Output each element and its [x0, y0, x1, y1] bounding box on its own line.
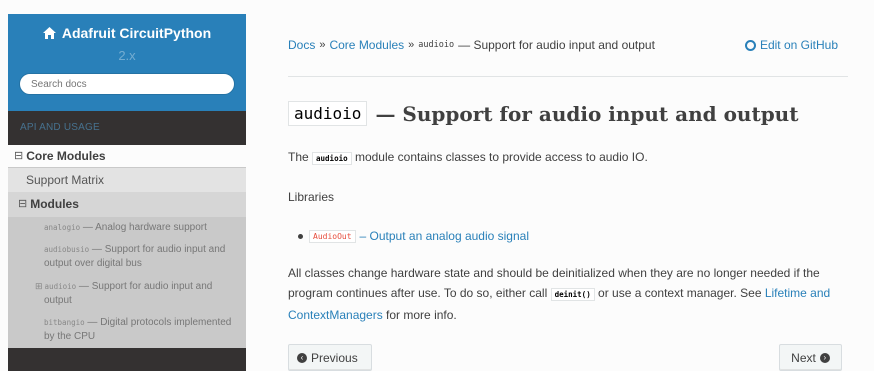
title-text: — Support for audio input and output — [375, 101, 799, 126]
collapse-icon[interactable]: ⊟ — [18, 192, 27, 217]
text: or use a context manager. See — [594, 286, 765, 300]
breadcrumb-docs-link[interactable]: Docs — [288, 38, 315, 52]
sidebar: Adafruit CircuitPython 2.x API AND USAGE… — [8, 14, 246, 371]
breadcrumb-separator: » — [408, 39, 415, 51]
brand-name: Adafruit CircuitPython — [61, 25, 212, 41]
module-desc: — Analog hardware support — [80, 222, 207, 233]
brand-link[interactable]: Adafruit CircuitPython — [8, 25, 246, 41]
sidebar-item-audiobusio[interactable]: audiobusio — Support for audio input and… — [8, 239, 246, 275]
home-icon — [42, 27, 56, 39]
sidebar-item-label: Core Modules — [26, 149, 106, 163]
bullet-icon — [298, 233, 303, 239]
sidebar-header: Adafruit CircuitPython 2.x — [8, 14, 246, 111]
sidebar-item-label: Modules — [30, 197, 79, 211]
arrow-right-icon: › — [819, 352, 830, 363]
intro-paragraph: The audioio module contains classes to p… — [288, 150, 648, 165]
search-input[interactable] — [19, 73, 235, 95]
text: module contains classes to provide acces… — [351, 150, 648, 164]
expand-icon[interactable]: ⊞ — [35, 281, 43, 291]
sidebar-item-core-modules[interactable]: ⊟ Core Modules — [8, 145, 246, 167]
text: The — [288, 150, 313, 164]
breadcrumb: Docs » Core Modules » audioio — Support … — [288, 38, 848, 52]
next-label: Next — [791, 350, 816, 365]
libraries-heading: Libraries — [288, 190, 335, 204]
inline-code: deinit() — [550, 288, 595, 301]
edit-on-github-link[interactable]: Edit on GitHub — [744, 38, 838, 52]
page-title: audioio — Support for audio input and ou… — [288, 101, 798, 126]
breadcrumb-separator: » — [319, 39, 326, 51]
previous-label: Previous — [311, 350, 358, 365]
usage-paragraph: All classes change hardware state and sh… — [288, 263, 848, 325]
edit-label: Edit on GitHub — [759, 38, 838, 52]
module-code: audiobusio — [44, 245, 90, 254]
text: for more info. — [382, 308, 457, 322]
breadcrumb-current-code: audioio — [418, 40, 455, 50]
module-code: analogio — [44, 223, 81, 232]
module-code: audioio — [44, 282, 77, 291]
audioout-link[interactable]: AudioOut – Output an analog audio signal — [309, 229, 529, 243]
arrow-left-icon: ‹ — [297, 352, 307, 363]
sidebar-item-support-matrix[interactable]: Support Matrix — [8, 167, 246, 192]
nav-caption: API AND USAGE — [20, 122, 100, 133]
title-code: audioio — [288, 101, 368, 126]
previous-button[interactable]: ‹ Previous — [288, 344, 372, 371]
github-icon — [744, 39, 756, 51]
audioout-code: AudioOut — [309, 229, 356, 243]
sidebar-item-analogio[interactable]: analogio — Analog hardware support — [8, 217, 246, 239]
audioout-text: – Output an analog audio signal — [359, 229, 529, 243]
version-label: 2.x — [118, 48, 136, 63]
breadcrumb-current-text: — Support for audio input and output — [458, 38, 655, 52]
inline-code: audioio — [312, 152, 352, 165]
sidebar-item-modules[interactable]: ⊟ Modules — [8, 192, 246, 217]
list-item: AudioOut – Output an analog audio signal — [298, 229, 529, 243]
module-code: bitbangio — [44, 318, 85, 327]
next-button[interactable]: Next › — [779, 344, 842, 371]
sidebar-item-bitbangio[interactable]: bitbangio — Digital protocols implemente… — [8, 312, 246, 348]
collapse-icon[interactable]: ⊟ — [14, 145, 23, 167]
breadcrumb-core-modules-link[interactable]: Core Modules — [329, 38, 404, 52]
sidebar-item-audioio[interactable]: ⊞ audioio — Support for audio input and o… — [8, 275, 246, 312]
divider — [288, 76, 848, 77]
